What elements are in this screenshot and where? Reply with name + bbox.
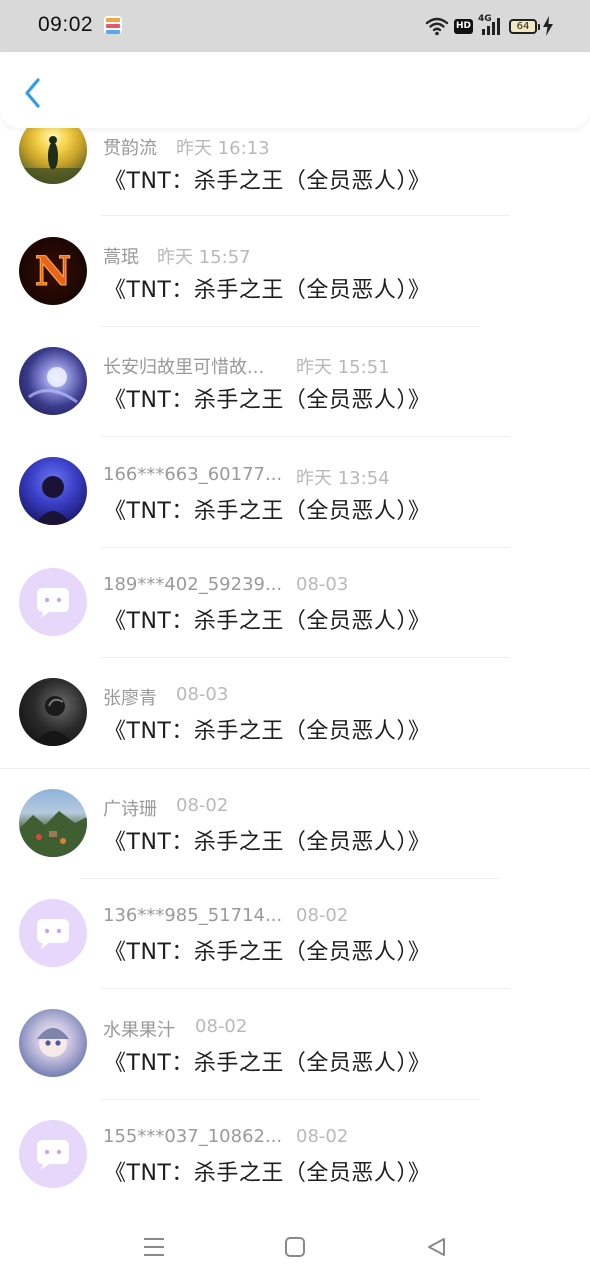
avatar[interactable]: N xyxy=(19,237,87,305)
avatar[interactable] xyxy=(19,678,87,746)
sender-name: 长安归故里可惜故... xyxy=(103,357,265,378)
app-notification-icon xyxy=(104,16,122,34)
sender-name: 蒿珉 xyxy=(103,247,139,268)
avatar[interactable] xyxy=(19,568,87,636)
wifi-icon xyxy=(425,17,449,36)
list-item[interactable]: 189***402_59239... 08-03 《TNT：杀手之王（全员恶人）… xyxy=(0,547,590,657)
message-text: 《TNT：杀手之王（全员恶人）》 xyxy=(104,719,431,744)
list-item[interactable]: 166***663_60177... 昨天 13:54 《TNT：杀手之王（全员… xyxy=(0,437,590,547)
message-text: 《TNT：杀手之王（全员恶人）》 xyxy=(104,1161,431,1186)
message-time: 昨天 13:54 xyxy=(296,468,390,489)
default-chat-avatar-icon xyxy=(37,1140,69,1170)
message-list[interactable]: 贯韵流 昨天 16:13 《TNT：杀手之王（全员恶人）》 N 蒿珉 昨天 15… xyxy=(0,128,590,1210)
home-button[interactable] xyxy=(280,1232,310,1262)
message-text: 《TNT：杀手之王（全员恶人）》 xyxy=(104,1051,431,1076)
message-time: 昨天 16:13 xyxy=(176,138,270,159)
message-text: 《TNT：杀手之王（全员恶人）》 xyxy=(104,830,431,855)
message-time: 08-02 xyxy=(176,795,229,816)
charging-icon xyxy=(543,16,553,36)
chevron-left-icon xyxy=(25,78,40,108)
menu-icon xyxy=(144,1238,164,1256)
list-item[interactable]: 张廖青 08-03 《TNT：杀手之王（全员恶人）》 xyxy=(0,657,590,767)
sender-name: 136***985_51714... xyxy=(103,905,283,926)
message-time: 08-02 xyxy=(296,1126,349,1147)
message-time: 昨天 15:57 xyxy=(157,247,251,268)
sender-name: 张廖青 xyxy=(103,688,157,709)
back-nav-button[interactable] xyxy=(421,1232,451,1262)
default-chat-avatar-icon xyxy=(37,588,69,618)
back-triangle-icon xyxy=(428,1238,445,1256)
avatar[interactable] xyxy=(19,1120,87,1188)
list-item[interactable]: 155***037_10862... 08-02 《TNT：杀手之王（全员恶人）… xyxy=(0,1099,590,1209)
avatar[interactable] xyxy=(19,457,87,525)
avatar[interactable] xyxy=(19,128,87,184)
message-text: 《TNT：杀手之王（全员恶人）》 xyxy=(104,499,431,524)
battery-icon: 64 xyxy=(509,18,540,34)
status-bar: 09:02 HD 4G 64 xyxy=(0,0,590,52)
sender-name: 155***037_10862... xyxy=(103,1126,283,1147)
sender-name: 贯韵流 xyxy=(103,138,157,159)
message-time: 昨天 15:51 xyxy=(296,357,390,378)
menu-button[interactable] xyxy=(139,1232,169,1262)
list-item[interactable]: 贯韵流 昨天 16:13 《TNT：杀手之王（全员恶人）》 xyxy=(0,128,590,204)
list-item[interactable]: N 蒿珉 昨天 15:57 《TNT：杀手之王（全员恶人）》 xyxy=(0,216,590,326)
message-text: 《TNT：杀手之王（全员恶人）》 xyxy=(104,169,431,194)
message-time: 08-03 xyxy=(176,684,229,705)
avatar[interactable] xyxy=(19,789,87,857)
header-bar xyxy=(0,52,590,128)
list-item[interactable]: 广诗珊 08-02 《TNT：杀手之王（全员恶人）》 xyxy=(0,768,590,878)
sender-name: 189***402_59239... xyxy=(103,574,283,595)
message-text: 《TNT：杀手之王（全员恶人）》 xyxy=(104,609,431,634)
status-icons: HD 4G 64 xyxy=(425,14,554,38)
sender-name: 广诗珊 xyxy=(103,799,157,820)
list-item[interactable]: 136***985_51714... 08-02 《TNT：杀手之王（全员恶人）… xyxy=(0,878,590,988)
avatar[interactable] xyxy=(19,899,87,967)
default-chat-avatar-icon xyxy=(37,919,69,949)
message-time: 08-02 xyxy=(195,1016,248,1037)
signal-icon: 4G xyxy=(478,14,504,37)
message-time: 08-03 xyxy=(296,574,349,595)
svg-text:N: N xyxy=(35,248,72,295)
sender-name: 水果果汁 xyxy=(103,1020,175,1041)
message-text: 《TNT：杀手之王（全员恶人）》 xyxy=(104,940,431,965)
list-item[interactable]: 水果果汁 08-02 《TNT：杀手之王（全员恶人）》 xyxy=(0,989,590,1099)
home-square-icon xyxy=(285,1237,305,1257)
back-button[interactable] xyxy=(16,76,50,110)
list-item[interactable]: 长安归故里可惜故... 昨天 15:51 《TNT：杀手之王（全员恶人）》 xyxy=(0,326,590,436)
message-text: 《TNT：杀手之王（全员恶人）》 xyxy=(104,388,431,413)
message-text: 《TNT：杀手之王（全员恶人）》 xyxy=(104,278,431,303)
hd-badge: HD xyxy=(453,18,473,34)
message-time: 08-02 xyxy=(296,905,349,926)
system-nav-bar xyxy=(0,1210,590,1280)
battery-level: 64 xyxy=(516,20,530,32)
avatar[interactable] xyxy=(19,347,87,415)
avatar[interactable] xyxy=(19,1009,87,1077)
status-time: 09:02 xyxy=(38,13,94,36)
sender-name: 166***663_60177... xyxy=(103,464,283,485)
